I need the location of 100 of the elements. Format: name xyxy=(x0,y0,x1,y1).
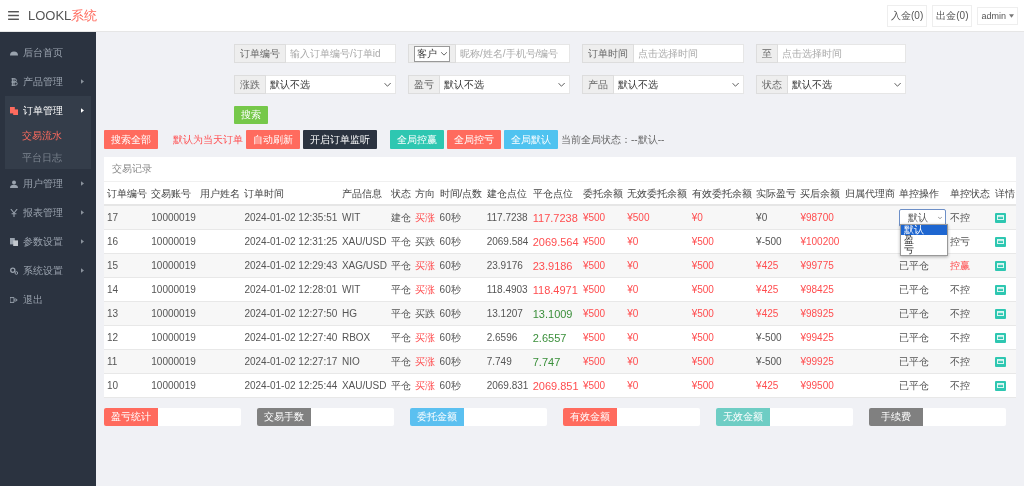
amount-text: ¥98700 xyxy=(800,212,834,223)
dropdown[interactable]: 默认不选 xyxy=(788,75,906,94)
direction-text: 买涨 xyxy=(415,211,436,223)
dropdown[interactable]: 默认不选 xyxy=(266,75,396,94)
card-icon xyxy=(996,239,1004,244)
table-cell: WIT xyxy=(338,277,389,302)
detail-button[interactable] xyxy=(994,236,1006,247)
dropdown-value: 默认不选 xyxy=(792,77,832,92)
card-icon xyxy=(996,263,1004,268)
field-label: 状态 xyxy=(756,75,788,94)
table-cell: XAU/USD xyxy=(338,229,389,254)
search-field[interactable]: 昵称/姓名/手机号/编号 xyxy=(456,44,570,63)
detail-button[interactable] xyxy=(994,308,1006,319)
detail-button[interactable] xyxy=(994,380,1006,391)
card-icon xyxy=(996,311,1004,316)
table-cell: 2024-01-02 12:27:40 xyxy=(241,325,339,350)
dropdown-value: 默认不选 xyxy=(270,77,310,92)
input-field[interactable]: 点击选择时间 xyxy=(778,44,906,63)
sidebar-item[interactable]: 报表管理 xyxy=(5,198,91,227)
profit-text: ¥425 xyxy=(756,260,779,271)
dropdown-option[interactable]: 默认 xyxy=(901,225,948,235)
detail-button[interactable] xyxy=(994,260,1006,271)
stat-label: 交易手数 xyxy=(257,408,311,426)
amount-text: ¥500 xyxy=(691,236,714,247)
action-button[interactable]: 搜索全部 xyxy=(104,130,158,149)
amount-text: ¥500 xyxy=(691,260,714,271)
action-button[interactable]: 开启订单监听 xyxy=(303,130,377,149)
dropdown-option[interactable]: 盈 xyxy=(901,235,948,245)
sidebar-item[interactable]: 订单管理 xyxy=(5,96,91,125)
menu-icon[interactable] xyxy=(8,11,19,20)
sidebar-item[interactable]: 用户管理 xyxy=(5,169,91,198)
close-price: 118.4971 xyxy=(532,283,578,296)
detail-button[interactable] xyxy=(994,284,1006,295)
table-cell: 已平仓 xyxy=(899,283,930,295)
detail-button[interactable] xyxy=(994,356,1006,367)
caret-icon xyxy=(81,268,84,273)
field-label: 产品 xyxy=(582,75,614,94)
hint-text: 默认为当天订单 xyxy=(173,132,243,147)
sidebar-item[interactable]: 产品管理 xyxy=(5,67,91,96)
table-cell: RBOX xyxy=(338,325,389,350)
amount-text: ¥0 xyxy=(691,212,703,223)
action-button[interactable]: 全局控亏 xyxy=(447,130,501,149)
amount-text: ¥99500 xyxy=(800,380,834,391)
input-field[interactable]: 输入订单编号/订单id xyxy=(286,44,396,63)
user-icon xyxy=(10,179,18,188)
sidebar-item[interactable]: 参数设置 xyxy=(5,227,91,256)
table-cell: 平仓 xyxy=(388,325,413,350)
amount-text: ¥500 xyxy=(691,380,714,391)
user-menu[interactable]: admin xyxy=(977,6,1018,25)
sidebar-item[interactable]: 系统设置 xyxy=(5,256,91,285)
caret-icon xyxy=(81,239,84,244)
amount-text: ¥500 xyxy=(691,308,714,319)
amount-text: ¥100200 xyxy=(800,236,840,247)
table-cell: 2069.584 xyxy=(483,229,530,254)
amount-text: ¥500 xyxy=(582,380,606,391)
chevron-icon xyxy=(384,82,391,87)
detail-button[interactable] xyxy=(994,212,1006,223)
sidebar-item[interactable]: 退出 xyxy=(5,285,91,314)
chevron-icon xyxy=(938,215,943,220)
table-cell: 10000019 xyxy=(148,229,198,254)
input-field[interactable]: 点击选择时间 xyxy=(634,44,744,63)
header-link[interactable]: 入金(0) xyxy=(887,4,928,27)
table-cell: 10000019 xyxy=(148,325,198,350)
dropdown-option[interactable]: 亏 xyxy=(901,245,948,255)
control-status: 不控 xyxy=(950,283,971,295)
table-cell: 12 xyxy=(104,325,149,350)
control-status: 不控 xyxy=(950,379,971,391)
table-cell: 2024-01-02 12:29:43 xyxy=(241,253,339,278)
amount-text: ¥0 xyxy=(627,380,639,391)
chevron-icon xyxy=(558,82,565,87)
control-status: 不控 xyxy=(950,307,971,319)
direction-text: 买跌 xyxy=(415,235,436,247)
control-status: 不控 xyxy=(950,355,971,367)
detail-button[interactable] xyxy=(994,332,1006,343)
table-cell: 2024-01-02 12:25:44 xyxy=(241,373,339,398)
control-status: 不控 xyxy=(950,211,971,223)
direction-text: 买涨 xyxy=(415,283,436,295)
dropdown[interactable]: 默认不选 xyxy=(440,75,570,94)
profit-text: ¥0 xyxy=(756,212,768,223)
amount-text: ¥0 xyxy=(627,332,639,343)
stat-label: 委托金额 xyxy=(410,408,464,426)
dropdown[interactable]: 默认不选 xyxy=(614,75,744,94)
amount-text: ¥500 xyxy=(582,356,606,367)
table-cell: 已平仓 xyxy=(899,307,930,319)
customer-select[interactable]: 客户 xyxy=(414,45,450,62)
amount-text: ¥500 xyxy=(582,260,606,271)
card-icon xyxy=(996,215,1004,220)
table-cell: 60秒 xyxy=(436,325,484,350)
direction-text: 买跌 xyxy=(415,307,436,319)
table-cell: 2024-01-02 12:27:17 xyxy=(241,349,339,374)
table-cell: 2024-01-02 12:27:50 xyxy=(241,301,339,326)
sidebar-subitem[interactable]: 交易流水 xyxy=(5,125,91,147)
dropdown-value: 默认不选 xyxy=(618,77,658,92)
table-cell: 10000019 xyxy=(148,301,198,326)
table-cell: 平仓 xyxy=(388,301,413,326)
action-button[interactable]: 自动刷新 xyxy=(246,130,300,149)
header-link[interactable]: 出金(0) xyxy=(932,4,973,27)
amount-text: ¥500 xyxy=(691,356,714,367)
exit-icon xyxy=(10,295,18,304)
sidebar-item[interactable]: 后台首页 xyxy=(5,38,91,67)
